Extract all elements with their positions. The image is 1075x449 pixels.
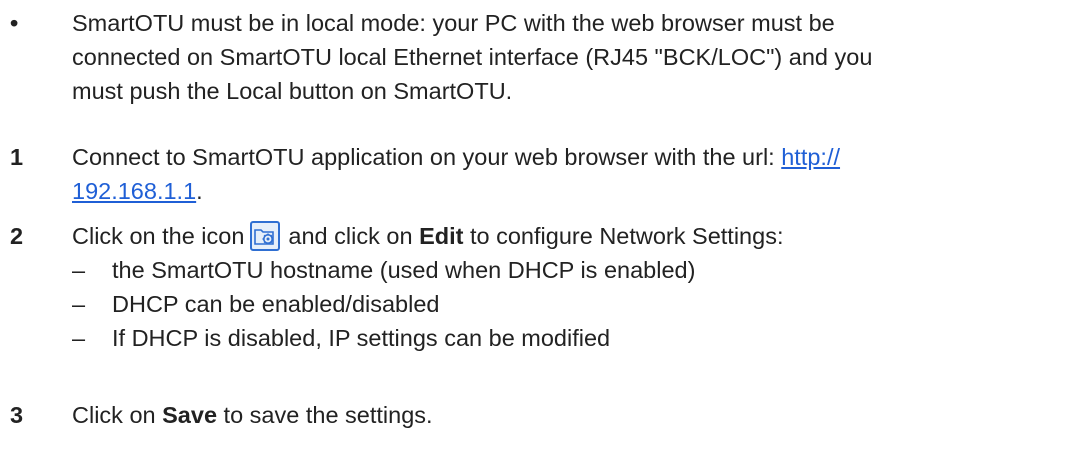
bullet-marker: • bbox=[10, 10, 19, 36]
step-1-line-1: Connect to SmartOTU application on your … bbox=[72, 140, 1062, 174]
step-1-period: . bbox=[196, 178, 203, 204]
step-3-line: Click on Save to save the settings. bbox=[72, 398, 1062, 432]
step-2-text-mid: and click on bbox=[288, 223, 420, 249]
sub-item-text: If DHCP is disabled, IP settings can be … bbox=[112, 325, 611, 351]
step-1-text: Connect to SmartOTU application on your … bbox=[72, 144, 782, 170]
save-label: Save bbox=[162, 402, 218, 428]
step-1-line-2: 192.168.1.1. bbox=[72, 174, 1062, 208]
step-2-text-after: to configure Network Settings: bbox=[463, 223, 784, 249]
step-number: 1 bbox=[10, 144, 24, 170]
dash-marker: – bbox=[72, 325, 86, 351]
intro-line-3: must push the Local button on SmartOTU. bbox=[72, 78, 513, 104]
settings-folder-icon bbox=[250, 221, 281, 251]
step-3-text-before: Click on bbox=[72, 402, 163, 428]
step-number: 3 bbox=[10, 402, 24, 428]
dash-marker: – bbox=[72, 257, 86, 283]
sub-item-text: DHCP can be enabled/disabled bbox=[112, 291, 440, 317]
step-2-text-before-icon: Click on the icon bbox=[72, 223, 245, 249]
intro-line-1: SmartOTU must be in local mode: your PC … bbox=[72, 10, 835, 36]
step-3-text-after: to save the settings. bbox=[217, 402, 433, 428]
edit-label: Edit bbox=[419, 223, 464, 249]
sub-item-text: the SmartOTU hostname (used when DHCP is… bbox=[112, 257, 696, 283]
step-2-line: Click on the icon and click on Edit to co… bbox=[72, 219, 1062, 253]
intro-line-2: connected on SmartOTU local Ethernet int… bbox=[72, 44, 873, 70]
document-page: • SmartOTU must be in local mode: your P… bbox=[0, 0, 1075, 449]
url-link-part-2[interactable]: 192.168.1.1 bbox=[72, 178, 196, 204]
dash-marker: – bbox=[72, 291, 86, 317]
url-link-part-1[interactable]: http:// bbox=[781, 144, 840, 170]
step-number: 2 bbox=[10, 223, 24, 249]
